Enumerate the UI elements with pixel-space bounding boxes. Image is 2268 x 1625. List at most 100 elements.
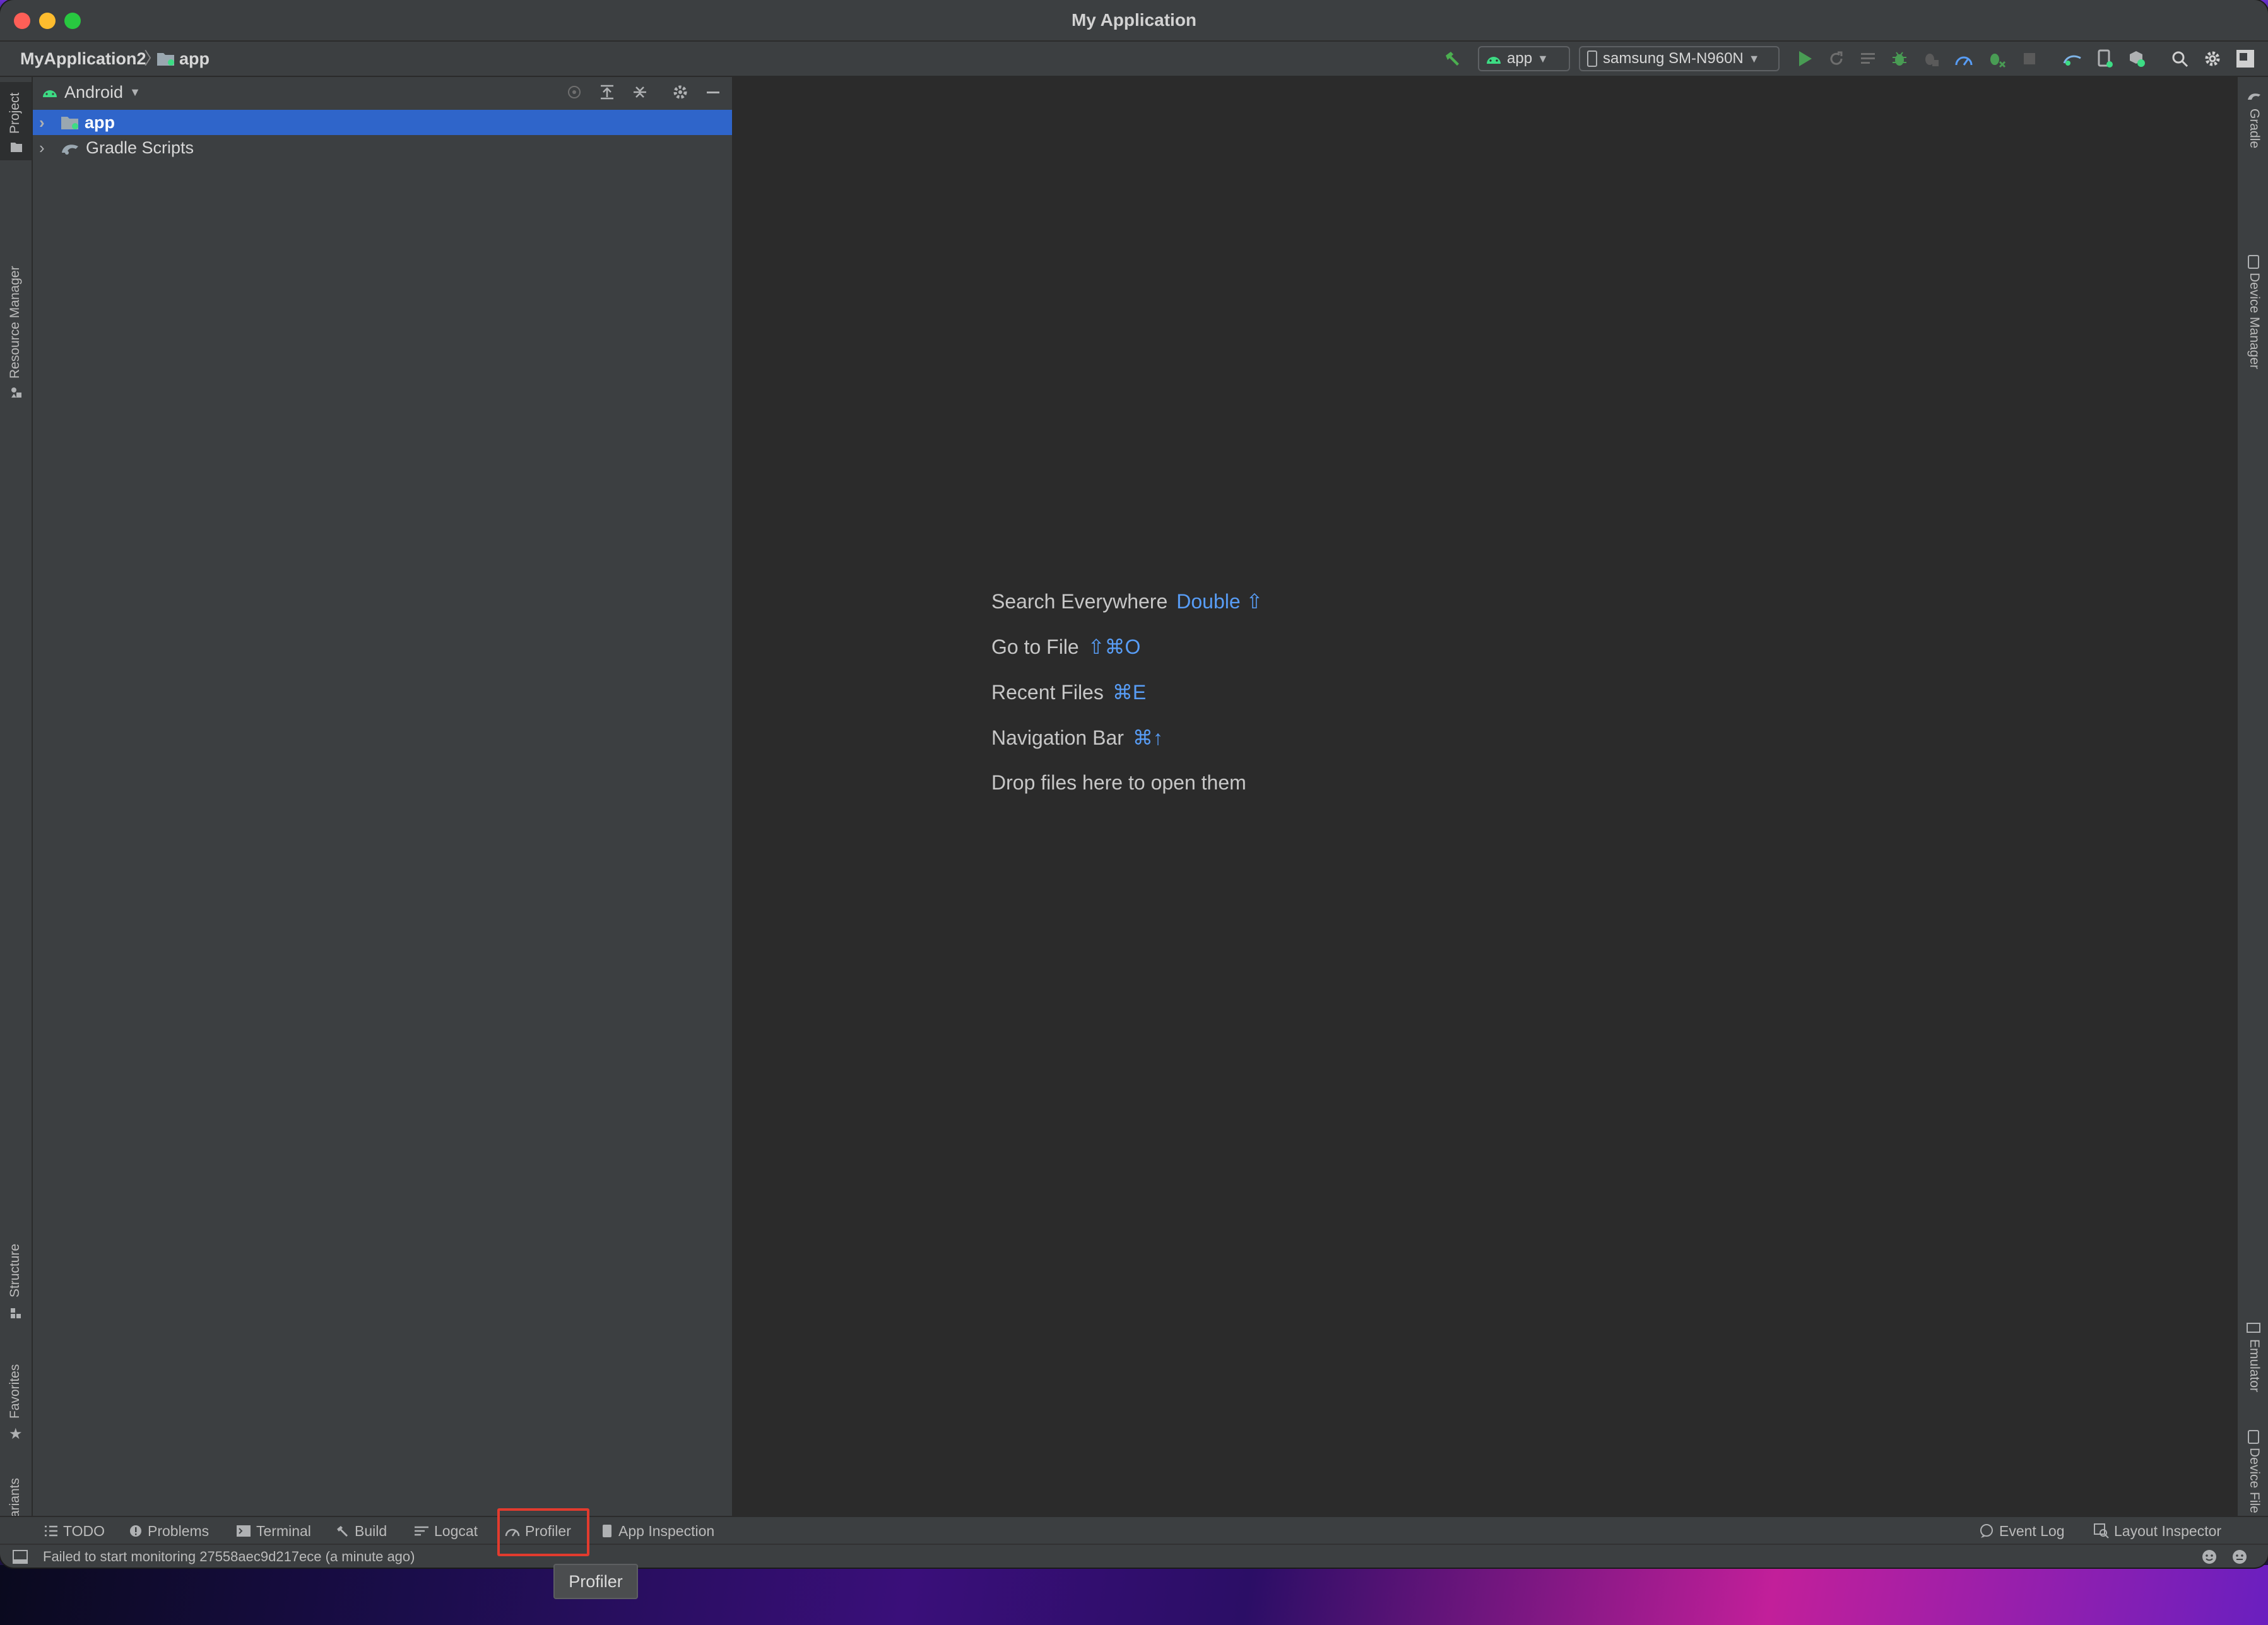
module-folder-icon bbox=[157, 50, 175, 67]
editor-area[interactable]: Search Everywhere Double ⇧ Go to File ⇧⌘O … bbox=[733, 77, 2235, 1516]
project-view-dropdown[interactable]: Android ▼ bbox=[42, 77, 141, 107]
hide-panel-icon[interactable] bbox=[704, 83, 722, 101]
settings-icon[interactable] bbox=[2201, 47, 2224, 71]
tab-label: App Inspection bbox=[618, 1523, 715, 1539]
tree-item-app[interactable]: › app bbox=[33, 110, 732, 135]
chevron-down-icon: ▼ bbox=[1748, 52, 1760, 65]
device-label: samsung SM-N960N bbox=[1603, 50, 1744, 67]
tab-device-manager-label: Device Manager bbox=[2247, 273, 2262, 369]
tab-label: Build bbox=[355, 1523, 387, 1539]
rerun-icon[interactable] bbox=[1825, 47, 1848, 71]
search-icon[interactable] bbox=[2168, 47, 2191, 71]
emulator-icon bbox=[2247, 1321, 2260, 1335]
tab-app-inspection[interactable]: App Inspection bbox=[601, 1517, 714, 1545]
gradle-icon bbox=[62, 145, 78, 155]
status-bar: Failed to start monitoring 27558aec9d217… bbox=[0, 1544, 2268, 1568]
ide-window: My Application MyApplication2 〉 app app … bbox=[0, 0, 2268, 1568]
tab-todo[interactable]: TODO bbox=[44, 1517, 105, 1545]
feedback-smiley-icon[interactable] bbox=[2201, 1549, 2218, 1565]
problems-icon bbox=[130, 1525, 141, 1537]
run-icon[interactable] bbox=[1793, 47, 1816, 71]
tab-layout-inspector[interactable]: Layout Inspector bbox=[2094, 1517, 2221, 1545]
project-panel: Android ▼ › app › Gradle Scripts bbox=[33, 77, 733, 1516]
tab-resource-manager-label: Resource Manager bbox=[8, 266, 22, 379]
project-view-label: Android bbox=[64, 83, 124, 102]
window-title: My Application bbox=[1071, 10, 1197, 30]
title-bar: My Application bbox=[0, 0, 2268, 42]
left-tool-stripe: Project Resource Manager Structure Favor… bbox=[0, 77, 33, 1559]
tab-build[interactable]: Build bbox=[336, 1517, 387, 1545]
bottom-tool-bar: TODO Problems Terminal Build Logcat Prof… bbox=[0, 1516, 2268, 1545]
app-inspection-icon bbox=[603, 1525, 611, 1537]
android-icon bbox=[1487, 57, 1501, 64]
desktop-wallpaper bbox=[0, 1565, 2268, 1625]
module-folder-icon bbox=[61, 117, 78, 129]
chevron-down-icon: ▼ bbox=[129, 86, 141, 98]
tab-device-file-explorer[interactable]: Device File Explorer bbox=[2238, 1352, 2268, 1566]
tree-item-label: app bbox=[85, 112, 115, 132]
gear-icon[interactable] bbox=[671, 83, 689, 101]
hint-text: Recent Files bbox=[991, 681, 1104, 704]
device-file-explorer-icon bbox=[2247, 1430, 2260, 1444]
collapse-all-icon[interactable] bbox=[631, 83, 649, 101]
tab-terminal[interactable]: Terminal bbox=[236, 1517, 311, 1545]
layout-inspector-icon bbox=[2094, 1523, 2109, 1539]
toggle-tool-windows-icon[interactable] bbox=[13, 1550, 28, 1564]
hint-drop-files: Drop files here to open them bbox=[991, 771, 1246, 795]
tree-item-gradle-scripts[interactable]: › Gradle Scripts bbox=[33, 135, 732, 160]
hammer-icon bbox=[337, 1526, 348, 1537]
attach-debugger-icon[interactable] bbox=[1920, 47, 1942, 71]
logcat-icon bbox=[415, 1526, 428, 1536]
hint-shortcut: ⇧⌘O bbox=[1087, 635, 1141, 658]
chevron-down-icon: ▼ bbox=[1537, 52, 1549, 65]
breadcrumb-project[interactable]: MyApplication2 bbox=[20, 42, 146, 76]
hint-recent-files: Recent Files ⌘E bbox=[991, 680, 1146, 704]
tab-logcat[interactable]: Logcat bbox=[414, 1517, 478, 1545]
folder-icon bbox=[10, 141, 23, 153]
hint-shortcut: ⌘E bbox=[1112, 681, 1147, 704]
navigation-toolbar: MyApplication2 〉 app app ▼ samsung SM-N9… bbox=[0, 42, 2268, 77]
notifications-smiley-icon[interactable] bbox=[2231, 1549, 2248, 1565]
select-opened-file-icon[interactable] bbox=[565, 83, 583, 101]
profiler-highlight-box bbox=[497, 1508, 589, 1556]
device-manager-icon bbox=[2247, 255, 2260, 269]
chevron-right-icon[interactable]: › bbox=[39, 113, 52, 133]
apply-changes-icon[interactable] bbox=[1857, 47, 1879, 71]
chevron-right-icon[interactable]: › bbox=[39, 138, 52, 158]
hint-shortcut: Double ⇧ bbox=[1176, 590, 1263, 613]
attach-process-icon[interactable] bbox=[1985, 47, 2008, 71]
tab-label: Problems bbox=[148, 1523, 210, 1539]
list-icon bbox=[45, 1525, 57, 1537]
run-configuration-dropdown[interactable]: app ▼ bbox=[1478, 46, 1570, 71]
sync-gradle-icon[interactable] bbox=[2060, 47, 2085, 71]
debug-icon[interactable] bbox=[1888, 47, 1911, 71]
hint-text: Navigation Bar bbox=[991, 726, 1124, 749]
sdk-manager-icon[interactable] bbox=[2125, 47, 2148, 71]
device-dropdown[interactable]: samsung SM-N960N ▼ bbox=[1579, 46, 1780, 71]
profiler-tooltip: Profiler bbox=[553, 1564, 638, 1599]
run-configuration-label: app bbox=[1507, 50, 1533, 67]
hint-text: Drop files here to open them bbox=[991, 771, 1246, 794]
expand-all-icon[interactable] bbox=[598, 83, 616, 101]
stop-icon[interactable] bbox=[2018, 47, 2041, 71]
status-message[interactable]: Failed to start monitoring 27558aec9d217… bbox=[43, 1545, 415, 1568]
phone-icon bbox=[1587, 50, 1597, 67]
profile-icon[interactable] bbox=[1952, 47, 1975, 71]
breadcrumb-module[interactable]: app bbox=[179, 42, 210, 76]
terminal-icon bbox=[237, 1525, 251, 1537]
tab-label: TODO bbox=[63, 1523, 105, 1539]
hammer-icon[interactable] bbox=[1440, 47, 1465, 71]
account-icon[interactable] bbox=[2234, 47, 2257, 71]
tab-label: Logcat bbox=[434, 1523, 478, 1539]
tab-problems[interactable]: Problems bbox=[129, 1517, 209, 1545]
tab-resource-manager[interactable]: Resource Manager bbox=[0, 178, 32, 405]
device-manager-icon[interactable] bbox=[2094, 47, 2117, 71]
hint-text: Search Everywhere bbox=[991, 590, 1168, 613]
android-icon bbox=[43, 90, 57, 97]
tab-event-log[interactable]: Event Log bbox=[1979, 1517, 2065, 1545]
tab-gradle[interactable]: Gradle bbox=[2238, 83, 2268, 165]
right-tool-stripe: Gradle Device Manager Emulator Device Fi… bbox=[2236, 77, 2268, 1566]
tab-project[interactable]: Project bbox=[0, 82, 32, 160]
tab-device-manager[interactable]: Device Manager bbox=[2238, 178, 2268, 393]
tab-gradle-label: Gradle bbox=[2247, 109, 2262, 149]
